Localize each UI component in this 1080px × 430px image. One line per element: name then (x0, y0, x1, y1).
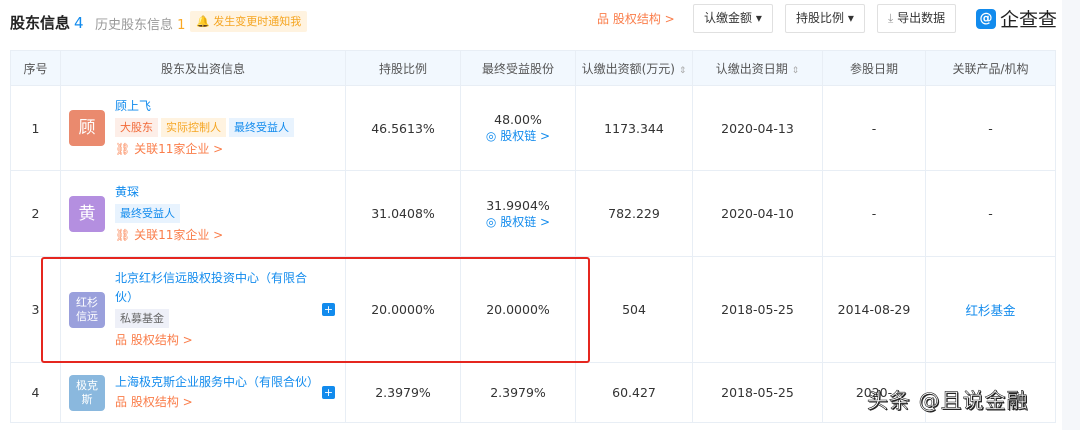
structure-icon: 品 (597, 12, 610, 26)
join-date: - (822, 170, 926, 257)
equity-structure-link[interactable]: 品 股权结构 > (115, 392, 319, 412)
holding-ratio: 2.3979% (345, 362, 461, 423)
notify-change-button[interactable]: 🔔 发生变更时通知我 (190, 11, 308, 32)
table-header: 序号 股东及出资信息 持股比例 最终受益股份 认缴出资额(万元) ⇕ 认缴出资日… (10, 50, 1056, 86)
col-index: 序号 (10, 50, 61, 86)
row-index: 3 (10, 256, 61, 363)
avatar: 极克斯 (69, 374, 105, 411)
col-ratio: 持股比例 (345, 50, 461, 86)
tag: 最终受益人 (115, 203, 180, 223)
shareholder-name[interactable]: 上海极克斯企业服务中心（有限合伙） (115, 373, 319, 392)
chain-icon: ◎ (485, 129, 497, 143)
col-benefit: 最终受益股份 (460, 50, 576, 86)
shareholder-name[interactable]: 黄琛 (115, 183, 223, 202)
sort-icon[interactable]: ⇕ (792, 66, 800, 76)
subscribed-date: 2020-04-10 (692, 170, 823, 257)
shareholder-name[interactable]: 北京红杉信远股权投资中心（有限合伙） (115, 269, 325, 307)
col-product: 关联产品/机构 (925, 50, 1056, 86)
avatar: 顾 (69, 110, 105, 146)
benefit-share: 20.0000% (460, 256, 576, 363)
row-index: 4 (10, 362, 61, 423)
benefit-share: 31.9904% (486, 197, 550, 213)
history-shareholders-tab[interactable]: 历史股东信息 1 (95, 14, 185, 33)
col-date[interactable]: 认缴出资日期 ⇕ (692, 50, 823, 86)
structure-icon: 品 (115, 395, 128, 409)
related-product: - (925, 170, 1056, 257)
structure-icon: 品 (115, 333, 128, 347)
avatar: 黄 (69, 195, 105, 232)
holding-ratio: 31.0408% (345, 170, 461, 257)
download-icon: ⤓ (888, 11, 894, 25)
shareholder-table: 序号 股东及出资信息 持股比例 最终受益股份 认缴出资额(万元) ⇕ 认缴出资日… (10, 50, 1056, 423)
shareholder-count: 4 (74, 14, 84, 32)
export-data-button[interactable]: ⤓ 导出数据 (877, 4, 957, 33)
subscribed-amount-dropdown[interactable]: 认缴金额 ▾ (693, 4, 773, 33)
subscribed-date: 2020-04-13 (692, 85, 823, 171)
watermark: 头条 @且说金融 (867, 389, 1029, 414)
related-companies-link[interactable]: ⛓ 关联11家企业 > (115, 139, 297, 159)
table-row: 3 红杉信远 北京红杉信远股权投资中心（有限合伙） 私募基金 品 股权结构 > … (10, 256, 1056, 363)
benefit-share: 2.3979% (460, 362, 576, 423)
sort-icon[interactable]: ⇕ (679, 66, 687, 76)
header-bar: 股东信息 4 历史股东信息 1 🔔 发生变更时通知我 品 股权结构 > 认缴金额 … (0, 0, 1060, 40)
side-scroll-area (1062, 0, 1080, 430)
tag: 私募基金 (115, 309, 169, 328)
row-index: 1 (10, 85, 61, 171)
equity-chain-link[interactable]: ◎ 股权链 > (461, 127, 575, 144)
subscribed-amount: 504 (575, 256, 693, 363)
subscribed-amount: 1173.344 (575, 85, 693, 171)
benefit-share: 48.00% (494, 112, 542, 127)
join-date: - (822, 85, 926, 171)
avatar: 红杉信远 (69, 291, 105, 328)
shareholder-name[interactable]: 顾上飞 (115, 97, 297, 116)
chain-icon: ◎ (485, 214, 497, 229)
section-title: 股东信息 4 (10, 14, 84, 32)
subscribed-amount: 782.229 (575, 170, 693, 257)
equity-chain-link[interactable]: ◎ 股权链 > (461, 213, 575, 230)
holding-ratio: 46.5613% (345, 85, 461, 171)
logo-icon: @ (976, 8, 996, 29)
tag: 实际控制人 (161, 118, 226, 137)
tag: 大股东 (115, 118, 158, 137)
qichacha-logo: @ 企查查 (976, 5, 1057, 32)
join-date: 2014-08-29 (822, 256, 926, 363)
subscribed-date: 2018-05-25 (692, 256, 823, 363)
table-row: 1 顾 顾上飞 大股东 实际控制人 最终受益人 ⛓ 关联11家企业 > 46.561… (10, 85, 1056, 171)
subscribed-amount: 60.427 (575, 362, 693, 423)
subscribed-date: 2018-05-25 (692, 362, 823, 423)
related-product-link[interactable]: 红杉基金 (925, 256, 1056, 363)
holding-ratio-dropdown[interactable]: 持股比例 ▾ (785, 4, 865, 33)
bell-icon: 🔔 (196, 15, 210, 28)
network-icon: ⛓ (115, 142, 131, 156)
equity-structure-link[interactable]: 品 股权结构 > (597, 10, 675, 28)
table-row: 2 黄 黄琛 最终受益人 ⛓ 关联11家企业 > 31.0408% 31.990… (10, 170, 1056, 257)
holding-ratio: 20.0000% (345, 256, 461, 363)
tag: 最终受益人 (229, 118, 294, 137)
expand-plus-icon[interactable]: + (322, 386, 335, 399)
col-join-date: 参股日期 (822, 50, 926, 86)
expand-plus-icon[interactable]: + (322, 303, 335, 316)
related-companies-link[interactable]: ⛓ 关联11家企业 > (115, 225, 223, 245)
related-product: - (925, 85, 1056, 171)
network-icon: ⛓ (115, 227, 131, 242)
col-amount[interactable]: 认缴出资额(万元) ⇕ (575, 50, 693, 86)
col-shareholder: 股东及出资信息 (60, 50, 346, 86)
row-index: 2 (10, 170, 61, 257)
equity-structure-link[interactable]: 品 股权结构 > (115, 330, 325, 350)
